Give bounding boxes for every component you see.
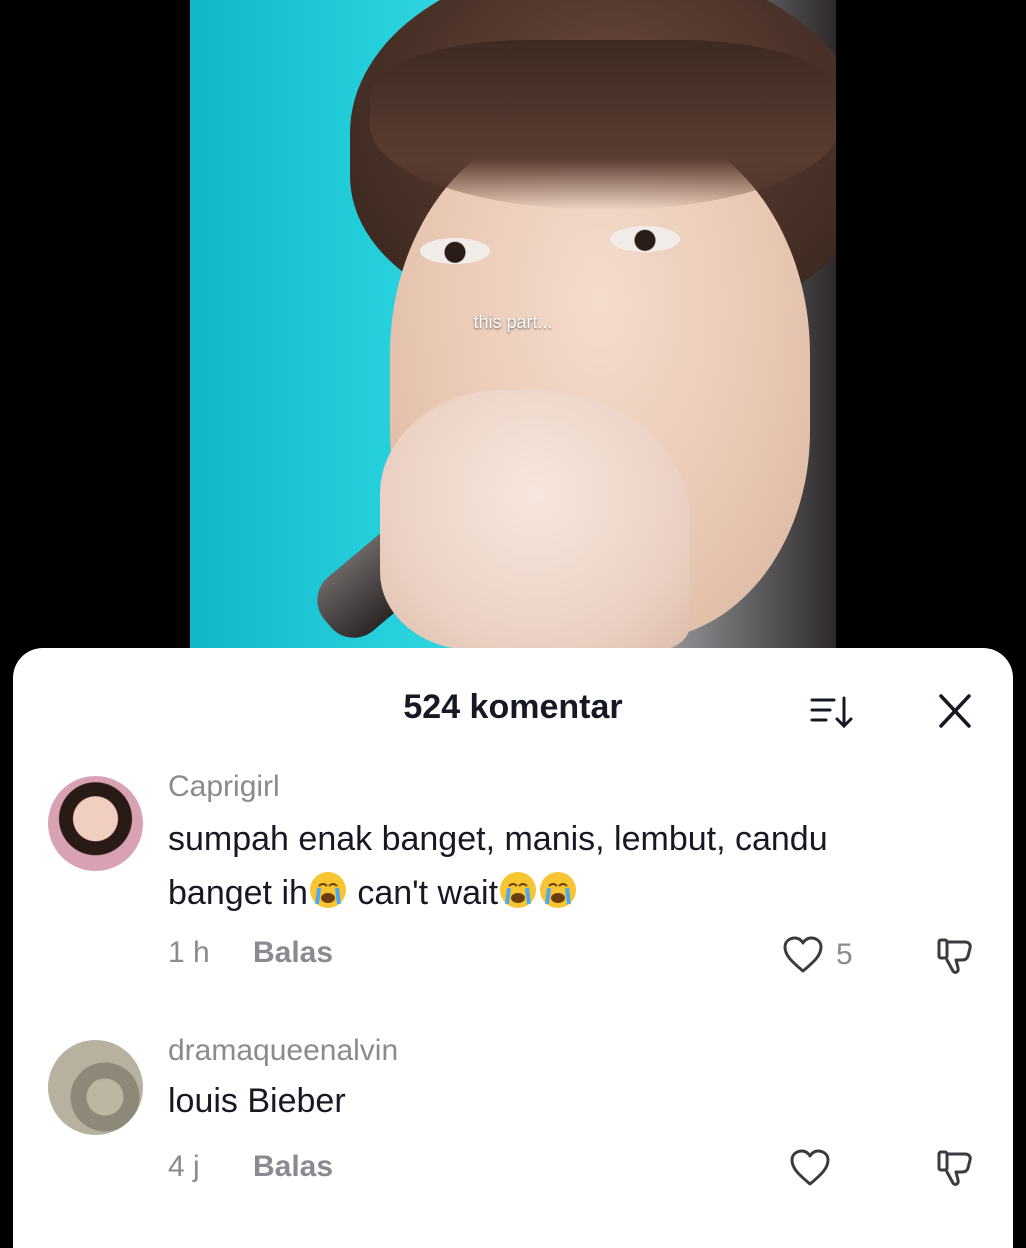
comment-time: 1 h xyxy=(168,936,210,969)
avatar[interactable] xyxy=(48,1040,143,1135)
crying-face-icon xyxy=(500,872,537,908)
sort-icon[interactable] xyxy=(808,692,856,732)
comment-text-line: sumpah enak banget, manis, lembut, candu xyxy=(168,820,828,858)
dislike-icon[interactable] xyxy=(933,934,977,978)
comment-username[interactable]: dramaqueenalvin xyxy=(168,1034,398,1068)
reply-button[interactable]: Balas xyxy=(253,936,333,970)
comments-count-title: 524 komentar xyxy=(403,688,623,726)
comments-sheet: 524 komentar Caprigirl sumpah enak bange… xyxy=(13,648,1013,1248)
video-eye-right xyxy=(610,226,680,252)
dislike-icon[interactable] xyxy=(933,1146,977,1190)
comment-text-fragment: banget ih xyxy=(168,874,308,912)
video-player[interactable]: this part... xyxy=(190,0,836,660)
heart-icon[interactable] xyxy=(781,935,825,975)
comment-username[interactable]: Caprigirl xyxy=(168,770,280,804)
video-eye-left xyxy=(420,238,490,264)
comment-text-line: banget ih can't wait xyxy=(168,866,988,920)
comment-text: louis Bieber xyxy=(168,1082,346,1120)
video-fringe xyxy=(370,40,836,210)
crying-face-icon xyxy=(309,872,346,908)
avatar[interactable] xyxy=(48,776,143,871)
like-count: 5 xyxy=(836,938,853,971)
comment-time: 4 j xyxy=(168,1150,200,1183)
video-caption: this part... xyxy=(473,312,553,332)
comment-text: sumpah enak banget, manis, lembut, candu… xyxy=(168,812,988,920)
close-icon[interactable] xyxy=(933,692,977,732)
reply-button[interactable]: Balas xyxy=(253,1150,333,1184)
crying-face-icon xyxy=(540,872,577,908)
video-hand xyxy=(380,390,690,650)
comment-text-fragment: can't wait xyxy=(347,874,499,912)
heart-icon[interactable] xyxy=(788,1148,832,1188)
